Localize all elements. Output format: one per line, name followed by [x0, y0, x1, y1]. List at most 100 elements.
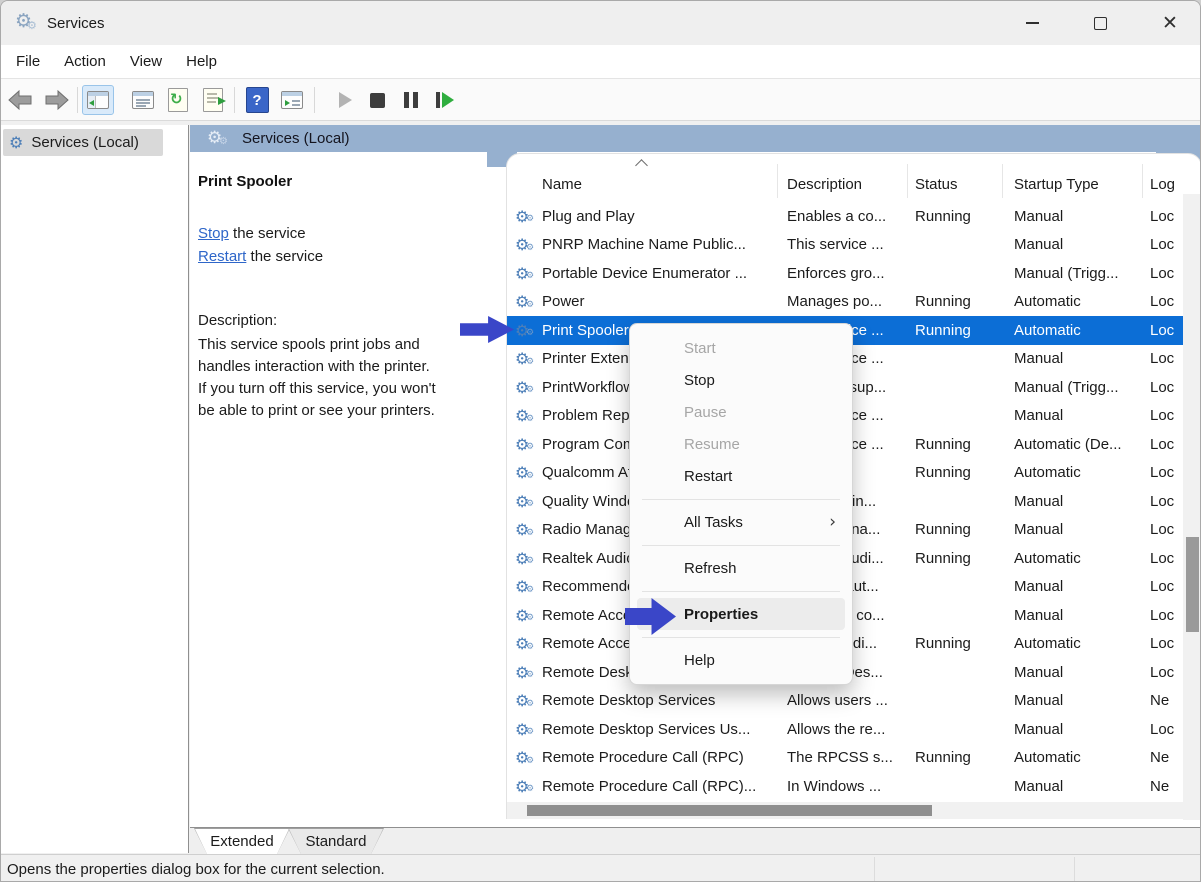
service-status	[915, 573, 1009, 602]
service-logon-as: Loc	[1150, 573, 1184, 602]
service-logon-as: Loc	[1150, 202, 1184, 231]
maximize-button[interactable]	[1071, 1, 1129, 45]
table-row[interactable]: ⚙⚙Remote Desktop Services Us...Allows th…	[507, 715, 1184, 744]
menu-item-stop[interactable]: Stop	[630, 364, 852, 396]
column-header-name[interactable]: Name	[542, 170, 582, 198]
tab-extended-label: Extended	[194, 828, 290, 854]
close-button[interactable]: ✕	[1141, 1, 1199, 45]
services-gear-small-icon: ⚙	[27, 19, 37, 32]
column-header-startup[interactable]: Startup Type	[1014, 170, 1099, 198]
table-row[interactable]: ⚙⚙Plug and PlayEnables a co...RunningMan…	[507, 202, 1184, 231]
forward-button[interactable]	[41, 85, 73, 115]
service-startup-type: Manual	[1014, 573, 1146, 602]
table-row[interactable]: ⚙⚙PNRP Machine Name Public...This servic…	[507, 231, 1184, 260]
minimize-button[interactable]	[1003, 1, 1061, 45]
vertical-scrollbar-thumb[interactable]	[1186, 537, 1199, 632]
menu-item-refresh[interactable]: Refresh	[630, 552, 852, 584]
back-icon	[7, 89, 33, 111]
export-list-button[interactable]	[197, 85, 229, 115]
help-button[interactable]: ?	[241, 85, 273, 115]
refresh-icon: ↻	[168, 88, 188, 112]
toolbar: ↻ ?	[1, 79, 1201, 121]
sidebar-item-services-local[interactable]: ⚙ Services (Local)	[3, 129, 163, 156]
service-logon-as: Loc	[1150, 373, 1184, 402]
service-status	[915, 231, 1009, 260]
service-gear-icon: ⚙⚙	[515, 687, 539, 716]
menu-item-help[interactable]: Help	[630, 644, 852, 676]
submenu-chevron-icon: ›	[829, 512, 836, 532]
service-logon-as: Loc	[1150, 430, 1184, 459]
table-row[interactable]: ⚙⚙Portable Device Enumerator ...Enforces…	[507, 259, 1184, 288]
properties-toolbar-button[interactable]	[127, 85, 159, 115]
service-gear-icon: ⚙⚙	[515, 345, 539, 374]
service-gear-icon: ⚙⚙	[515, 316, 539, 345]
properties-icon	[132, 91, 154, 109]
service-name: Remote Procedure Call (RPC)...	[542, 772, 776, 801]
tab-extended[interactable]: Extended	[194, 828, 290, 854]
table-row[interactable]: ⚙⚙PowerManages po...RunningAutomaticLoc	[507, 288, 1184, 317]
horizontal-scrollbar-thumb[interactable]	[527, 805, 932, 816]
column-header-description[interactable]: Description	[787, 170, 862, 198]
service-description-cell: Allows the re...	[787, 715, 910, 744]
show-console-tree-button[interactable]	[82, 85, 114, 115]
service-logon-as: Loc	[1150, 259, 1184, 288]
column-divider[interactable]	[1142, 164, 1143, 198]
service-startup-type: Automatic	[1014, 744, 1146, 773]
column-divider[interactable]	[1002, 164, 1003, 198]
table-row[interactable]: ⚙⚙Remote Procedure Call (RPC)The RPCSS s…	[507, 744, 1184, 773]
service-status: Running	[915, 202, 1009, 231]
start-service-button[interactable]	[329, 85, 361, 115]
service-startup-type: Manual	[1014, 687, 1146, 716]
column-header-logon[interactable]: Log	[1150, 170, 1175, 198]
restart-service-line: Restart the service	[198, 245, 323, 268]
menu-separator	[630, 492, 852, 506]
menu-item-restart[interactable]: Restart	[630, 460, 852, 492]
menu-item-all-tasks[interactable]: All Tasks›	[630, 506, 852, 538]
service-action-links: Stop the service Restart the service	[198, 222, 323, 268]
service-status: Running	[915, 288, 1009, 317]
menu-action[interactable]: Action	[52, 45, 118, 78]
horizontal-scrollbar[interactable]	[507, 802, 1183, 819]
service-startup-type: Manual	[1014, 487, 1146, 516]
restart-service-link[interactable]: Restart	[198, 248, 246, 265]
service-gear-icon: ⚙⚙	[515, 487, 539, 516]
service-description-cell: Manages po...	[787, 288, 910, 317]
service-status: Running	[915, 630, 1009, 659]
column-divider[interactable]	[777, 164, 778, 198]
pause-service-button[interactable]	[395, 85, 427, 115]
column-header-status[interactable]: Status	[915, 170, 958, 198]
table-row[interactable]: ⚙⚙Remote Procedure Call (RPC)...In Windo…	[507, 772, 1184, 801]
service-logon-as: Loc	[1150, 402, 1184, 431]
service-logon-as: Loc	[1150, 715, 1184, 744]
back-button[interactable]	[4, 85, 36, 115]
show-action-pane-button[interactable]	[276, 85, 308, 115]
table-row[interactable]: ⚙⚙Remote Desktop ServicesAllows users ..…	[507, 687, 1184, 716]
service-gear-icon: ⚙⚙	[515, 259, 539, 288]
menu-file[interactable]: File	[1, 45, 52, 78]
service-logon-as: Loc	[1150, 345, 1184, 374]
restart-service-button[interactable]	[429, 85, 461, 115]
service-status: Running	[915, 430, 1009, 459]
service-startup-type: Automatic	[1014, 459, 1146, 488]
pane-header: ⚙ ⚙ Services (Local)	[190, 125, 1201, 152]
service-startup-type: Manual	[1014, 231, 1146, 260]
menu-view[interactable]: View	[118, 45, 174, 78]
service-gear-icon: ⚙⚙	[515, 601, 539, 630]
service-gear-icon: ⚙⚙	[515, 402, 539, 431]
column-divider[interactable]	[907, 164, 908, 198]
view-tabs: Extended Standard	[190, 827, 1201, 854]
menu-help[interactable]: Help	[174, 45, 229, 78]
tab-standard[interactable]: Standard	[288, 828, 384, 854]
service-logon-as: Loc	[1150, 544, 1184, 573]
minimize-icon	[1026, 22, 1039, 24]
menu-separator	[630, 584, 852, 598]
restart-service-icon	[436, 92, 454, 108]
stop-service-link[interactable]: Stop	[198, 225, 229, 242]
service-logon-as: Loc	[1150, 231, 1184, 260]
menu-separator	[630, 538, 852, 552]
stop-service-button[interactable]	[361, 85, 393, 115]
service-logon-as: Ne	[1150, 744, 1184, 773]
vertical-scrollbar[interactable]	[1183, 194, 1201, 820]
refresh-button[interactable]: ↻	[162, 85, 194, 115]
service-name: PNRP Machine Name Public...	[542, 231, 776, 260]
